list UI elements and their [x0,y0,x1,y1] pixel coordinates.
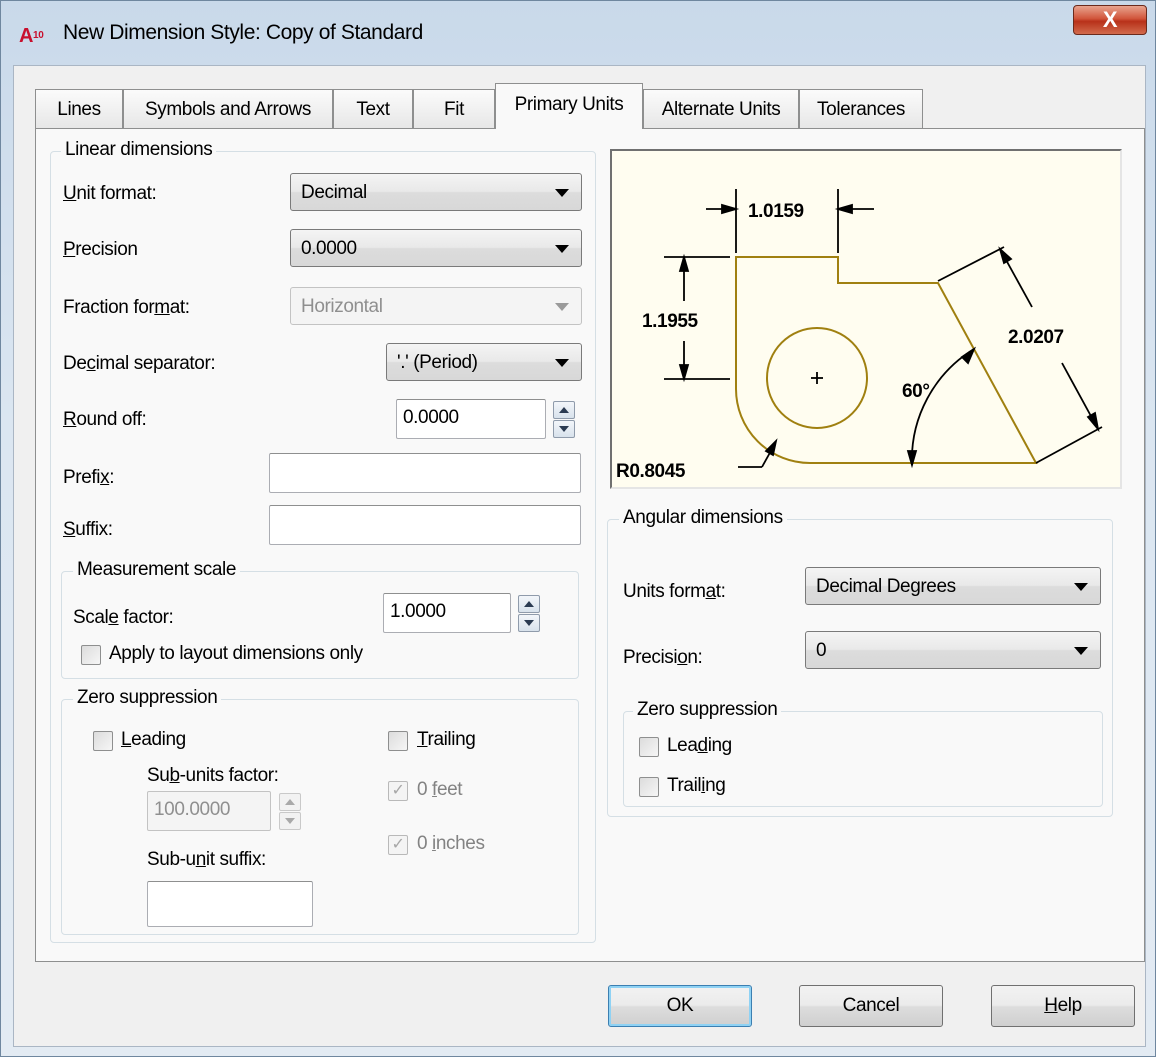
subunits-factor-label: Sub-units factor: [147,765,279,786]
precision-dropdown[interactable]: 0.0000 [290,229,582,267]
tab-fit[interactable]: Fit [413,89,495,128]
chevron-down-icon [555,189,569,197]
cancel-button[interactable]: Cancel [799,985,943,1027]
leading-label: Leading [121,729,186,750]
angular-dimensions-title: Angular dimensions [619,507,787,529]
part-outline [735,256,1038,464]
decimal-separator-label: Decimal separator: [63,353,216,374]
subunits-factor-spinner[interactable] [279,793,301,831]
unit-format-label: Unit format: [63,183,157,204]
fraction-format-value: Horizontal [301,296,383,317]
measurement-scale-title: Measurement scale [73,559,240,581]
precision-label: Precision [63,239,138,260]
tab-text[interactable]: Text [333,89,413,128]
decimal-separator-value: '.' (Period) [397,352,478,373]
trailing-label: Trailing [417,729,476,750]
subunits-factor-input[interactable]: 100.0000 [147,791,271,831]
close-button[interactable]: X [1073,5,1147,35]
scale-factor-spinner[interactable] [518,595,540,633]
apply-layout-label: Apply to layout dimensions only [109,643,363,664]
spin-down-icon[interactable] [279,812,301,830]
dim-radius-text: R0.8045 [616,461,686,482]
dialog-window: A10 New Dimension Style: Copy of Standar… [0,0,1156,1057]
spin-up-icon[interactable] [553,401,575,419]
autocad-app-icon: A10 [19,25,44,47]
chevron-down-icon [555,245,569,253]
ok-button[interactable]: OK [608,985,752,1027]
zero-feet-label: 0 feet [417,779,463,800]
dim-right-text: 2.0207 [1008,327,1064,348]
dimension-preview: 1.0159 1.1955 2.0207 60° R0.8045 [610,149,1122,489]
chevron-down-icon [555,303,569,311]
prefix-input[interactable] [269,453,581,493]
help-button[interactable]: Help [991,985,1135,1027]
suffix-label: Suffix: [63,519,113,540]
zero-suppression-angular-title: Zero suppression [633,699,782,721]
fraction-format-dropdown[interactable]: Horizontal [290,287,582,325]
spin-up-icon[interactable] [279,793,301,811]
round-off-spinner[interactable] [553,401,575,439]
chevron-down-icon [555,359,569,367]
angular-leading-checkbox[interactable] [639,737,659,757]
title-bar[interactable]: A10 New Dimension Style: Copy of Standar… [1,1,1155,65]
precision-value: 0.0000 [301,238,357,259]
round-off-label: Round off: [63,409,147,430]
tab-alternate-units[interactable]: Alternate Units [643,89,799,128]
units-format-dropdown[interactable]: Decimal Degrees [805,567,1101,605]
tab-tolerances[interactable]: Tolerances [799,89,923,128]
spin-down-icon[interactable] [553,420,575,438]
angular-leading-label: Leading [667,735,732,756]
tab-primary-units[interactable]: Primary Units [495,83,643,129]
angular-precision-dropdown[interactable]: 0 [805,631,1101,669]
unit-format-dropdown[interactable]: Decimal [290,173,582,211]
zero-suppression-linear-title: Zero suppression [73,687,222,709]
subunit-suffix-label: Sub-unit suffix: [147,849,266,870]
unit-format-value: Decimal [301,182,367,203]
zero-inches-label: 0 inches [417,833,485,854]
linear-dimensions-title: Linear dimensions [61,139,217,161]
fraction-format-label: Fraction format: [63,297,190,318]
zero-inches-checkbox[interactable]: ✓ [388,835,408,855]
decimal-separator-dropdown[interactable]: '.' (Period) [386,343,582,381]
trailing-checkbox[interactable] [388,731,408,751]
scale-factor-input[interactable]: 1.0000 [383,593,511,633]
round-off-input[interactable]: 0.0000 [396,399,546,439]
units-format-value: Decimal Degrees [816,576,956,597]
apply-layout-checkbox[interactable] [81,645,101,665]
angular-trailing-checkbox[interactable] [639,777,659,797]
tab-lines[interactable]: Lines [35,89,123,128]
spin-down-icon[interactable] [518,614,540,632]
units-format-label: Units format: [623,581,726,602]
scale-factor-label: Scale factor: [73,607,174,628]
angular-precision-label: Precision: [623,647,703,668]
dim-left-text: 1.1955 [642,311,699,332]
subunit-suffix-input[interactable] [147,881,313,927]
preview-drawing: 1.0159 1.1955 2.0207 60° R0.8045 [616,189,1103,482]
chevron-down-icon [1074,647,1088,655]
dim-angle-text: 60° [902,381,930,402]
tab-symbols-and-arrows[interactable]: Symbols and Arrows [123,89,333,128]
chevron-down-icon [1074,583,1088,591]
leading-checkbox[interactable] [93,731,113,751]
angular-precision-value: 0 [816,640,827,661]
angular-trailing-label: Trailing [667,775,726,796]
prefix-label: Prefix: [63,467,115,488]
suffix-input[interactable] [269,505,581,545]
spin-up-icon[interactable] [518,595,540,613]
window-title: New Dimension Style: Copy of Standard [63,21,423,44]
dim-top-text: 1.0159 [748,201,804,222]
zero-feet-checkbox[interactable]: ✓ [388,781,408,801]
